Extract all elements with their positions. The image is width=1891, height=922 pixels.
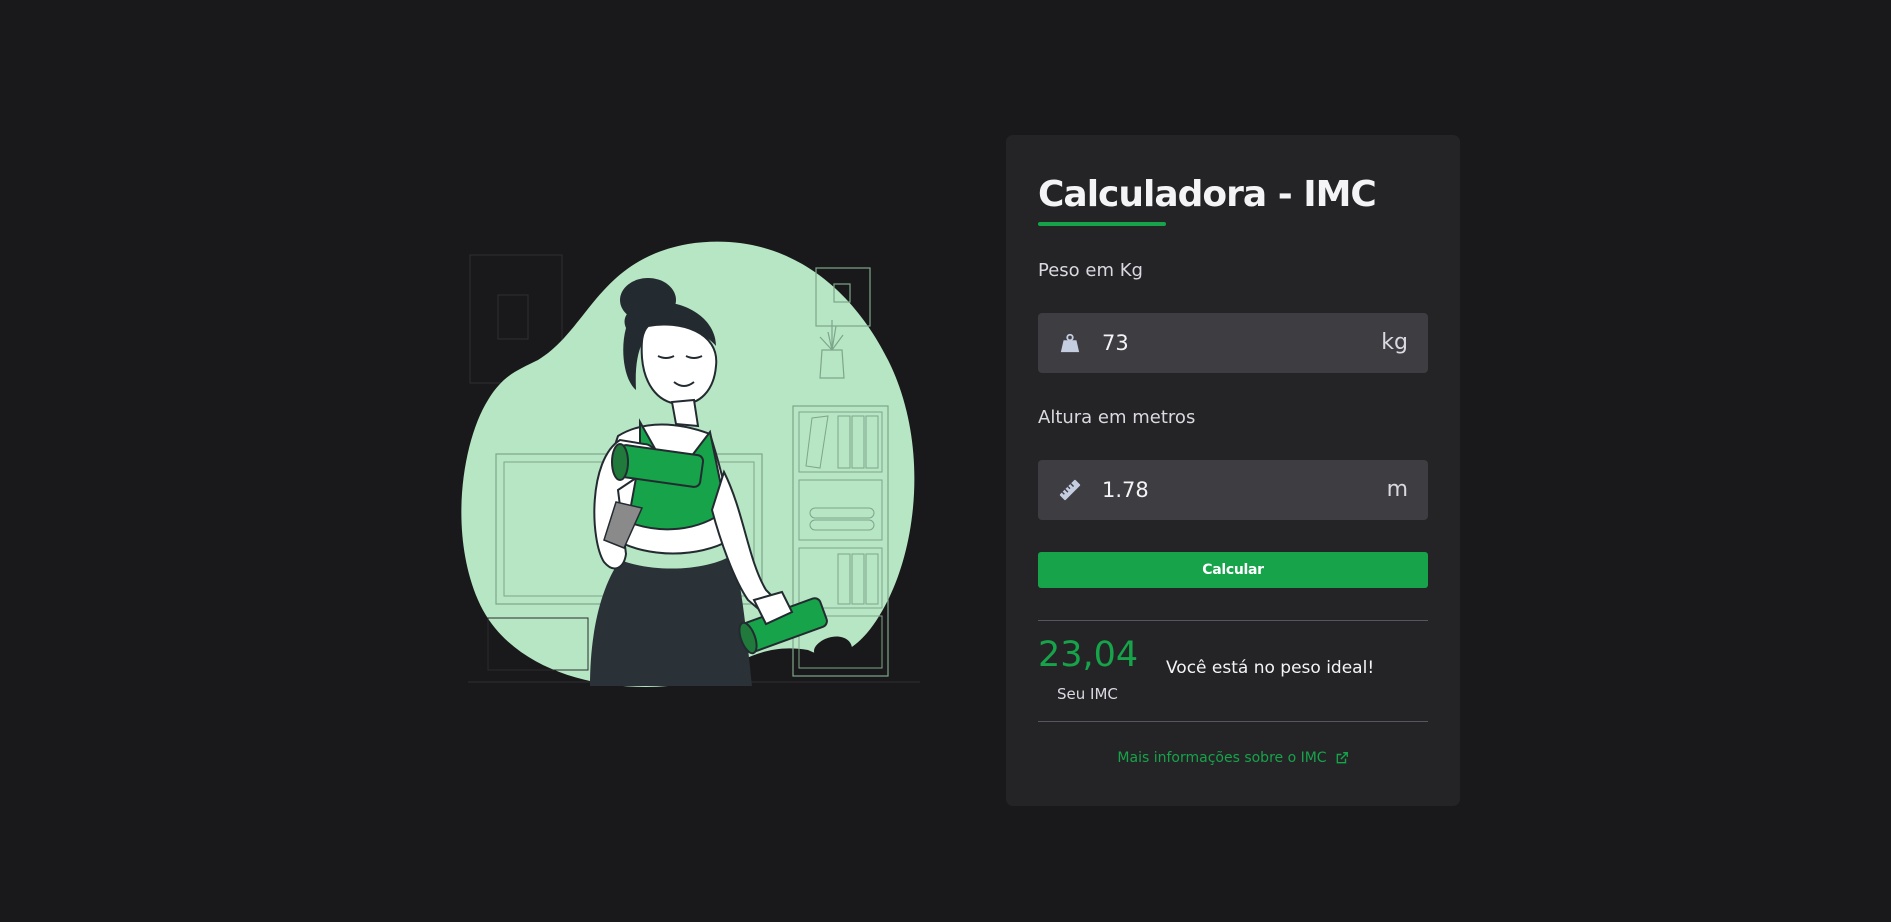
weight-field[interactable]: kg <box>1038 312 1428 373</box>
more-info-link[interactable]: Mais informações sobre o IMC <box>1038 750 1428 766</box>
more-info-label: Mais informações sobre o IMC <box>1117 749 1327 766</box>
title-underline <box>1038 221 1166 226</box>
height-field[interactable]: m <box>1038 459 1428 520</box>
result-value-wrap: 23,04 Seu IMC <box>1038 635 1166 704</box>
page-title: Calculadora - IMC <box>1038 174 1377 215</box>
weight-icon <box>1058 331 1082 355</box>
bmi-calculator-card: Calculadora - IMC Peso em Kg kg Altura e… <box>1006 135 1460 806</box>
height-input[interactable] <box>1102 477 1387 502</box>
height-unit: m <box>1386 477 1408 503</box>
external-link-icon <box>1336 751 1348 763</box>
calculate-button[interactable]: Calcular <box>1038 551 1428 588</box>
ruler-icon <box>1058 478 1082 502</box>
weight-label: Peso em Kg <box>1038 259 1143 281</box>
bmi-value: 23,04 <box>1038 635 1139 676</box>
divider-bottom <box>1038 720 1428 722</box>
bmi-caption: Seu IMC <box>1057 685 1118 704</box>
bmi-message: Você está no peso ideal! <box>1166 657 1375 678</box>
weight-input[interactable] <box>1102 330 1382 355</box>
result-section: 23,04 Seu IMC Você está no peso ideal! <box>1038 621 1428 721</box>
fitness-illustration <box>448 240 948 700</box>
height-label: Altura em metros <box>1038 406 1196 428</box>
weight-unit: kg <box>1381 330 1408 356</box>
